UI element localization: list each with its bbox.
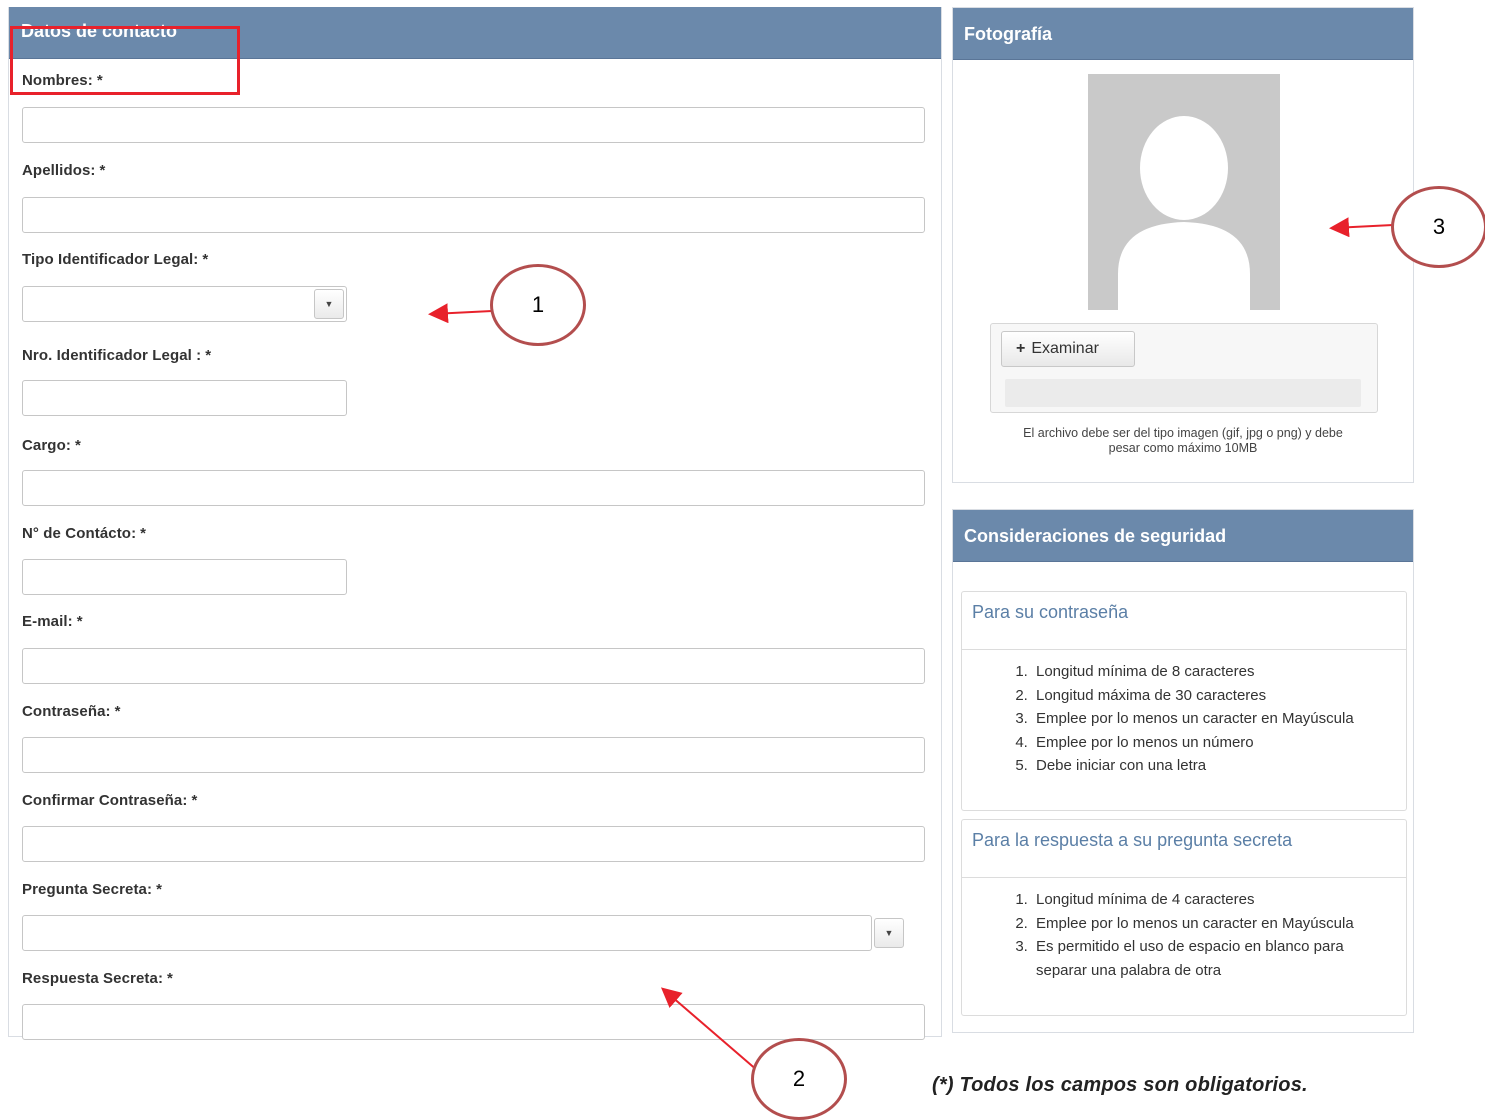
nombres-input[interactable]: [22, 107, 925, 143]
person-silhouette-icon: [1118, 116, 1250, 310]
file-name-field: [1005, 379, 1361, 407]
apellidos-input[interactable]: [22, 197, 925, 233]
avatar-placeholder-icon: [1088, 74, 1280, 310]
list-item: Longitud máxima de 30 caracteres: [1032, 684, 1396, 708]
browse-button[interactable]: + Examinar: [1001, 331, 1135, 367]
confirm-password-label: Confirmar Contraseña: *: [22, 792, 198, 809]
upload-box: + Examinar: [990, 323, 1378, 413]
contacto-label: N° de Contácto: *: [22, 525, 147, 542]
photo-panel: Fotografía + Examinar El archivo debe se…: [952, 7, 1414, 483]
callout-2: 2: [751, 1038, 847, 1120]
email-label: E-mail: *: [22, 613, 83, 630]
pregunta-select[interactable]: [22, 915, 872, 951]
list-item: Longitud mínima de 4 caracteres: [1032, 888, 1396, 912]
upload-note: El archivo debe ser del tipo imagen (gif…: [1023, 426, 1343, 455]
answer-rules-title: Para la respuesta a su pregunta secreta: [962, 820, 1406, 878]
answer-rules-box: Para la respuesta a su pregunta secreta …: [961, 819, 1407, 1016]
nro-id-label: Nro. Identificador Legal : *: [22, 347, 212, 364]
list-item: Emplee por lo menos un caracter en Mayús…: [1032, 707, 1396, 731]
nro-id-input[interactable]: [22, 380, 347, 416]
respuesta-input[interactable]: [22, 1004, 925, 1040]
security-panel-title: Consideraciones de seguridad: [953, 510, 1413, 562]
security-panel: Consideraciones de seguridad Para su con…: [952, 509, 1414, 1033]
list-item: Emplee por lo menos un caracter en Mayús…: [1032, 912, 1396, 936]
answer-rules-list: Longitud mínima de 4 caracteres Emplee p…: [962, 878, 1406, 990]
photo-panel-title: Fotografía: [953, 8, 1413, 60]
nombres-label: Nombres: *: [22, 72, 103, 89]
confirm-password-input[interactable]: [22, 826, 925, 862]
email-input[interactable]: [22, 648, 925, 684]
list-item: Debe iniciar con una letra: [1032, 754, 1396, 778]
password-label: Contraseña: *: [22, 703, 121, 720]
callout-1: 1: [490, 264, 586, 346]
contacto-input[interactable]: [22, 559, 347, 595]
password-rules-title: Para su contraseña: [962, 592, 1406, 650]
password-rules-list: Longitud mínima de 8 caracteres Longitud…: [962, 650, 1406, 786]
browse-label: Examinar: [1031, 340, 1099, 357]
plus-icon: +: [1016, 340, 1026, 357]
tipo-id-label: Tipo Identificador Legal: *: [22, 251, 209, 268]
tipo-id-select[interactable]: ▼: [22, 286, 347, 322]
password-rules-box: Para su contraseña Longitud mínima de 8 …: [961, 591, 1407, 811]
list-item: Emplee por lo menos un número: [1032, 731, 1396, 755]
apellidos-label: Apellidos: *: [22, 162, 106, 179]
pregunta-label: Pregunta Secreta: *: [22, 881, 163, 898]
respuesta-label: Respuesta Secreta: *: [22, 970, 173, 987]
chevron-down-icon[interactable]: ▼: [874, 918, 904, 948]
required-fields-note: (*) Todos los campos son obligatorios.: [932, 1074, 1308, 1096]
list-item: Es permitido el uso de espacio en blanco…: [1032, 935, 1396, 982]
cargo-input[interactable]: [22, 470, 925, 506]
cargo-label: Cargo: *: [22, 437, 81, 454]
list-item: Longitud mínima de 8 caracteres: [1032, 660, 1396, 684]
chevron-down-icon[interactable]: ▼: [314, 289, 344, 319]
password-input[interactable]: [22, 737, 925, 773]
callout-3: 3: [1391, 186, 1485, 268]
